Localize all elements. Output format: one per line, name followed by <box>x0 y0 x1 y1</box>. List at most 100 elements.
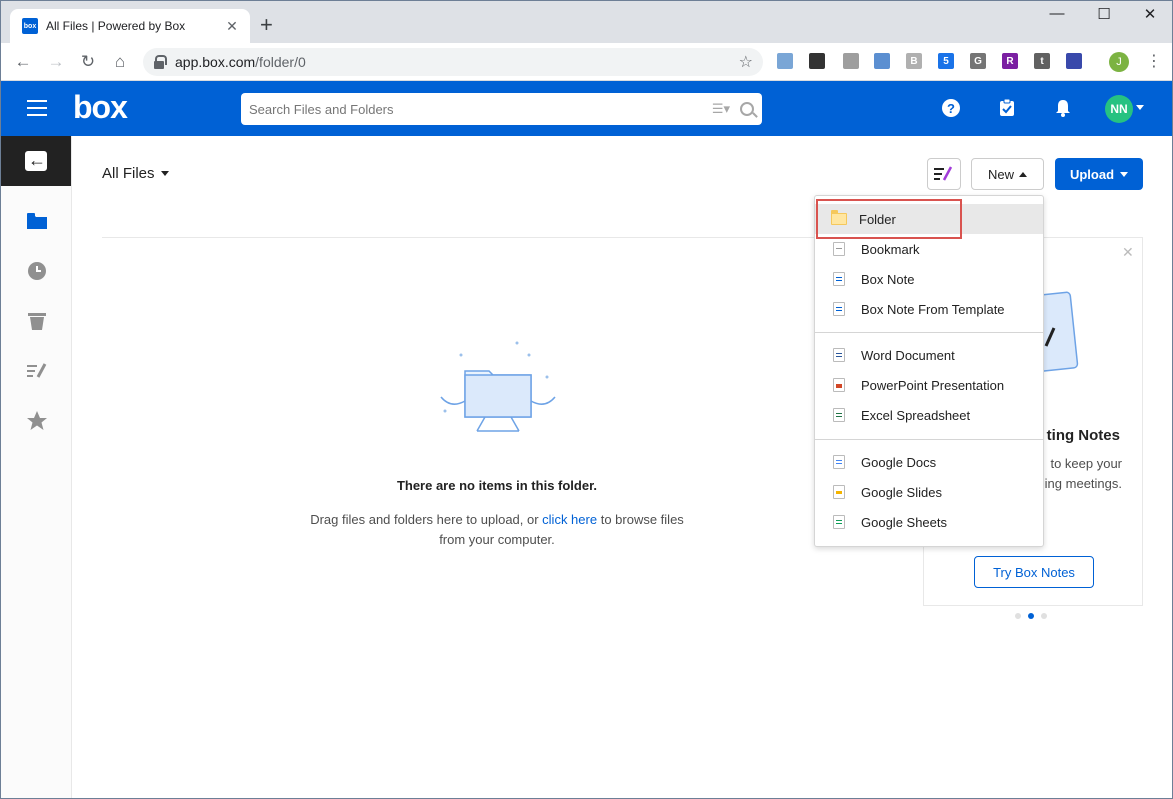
caret-up-icon <box>1019 171 1027 177</box>
menu-item-box-note-template[interactable]: Box Note From Template <box>815 294 1043 324</box>
back-arrow-icon[interactable]: ← <box>11 50 35 74</box>
browser-tab[interactable]: box All Files | Powered by Box ✕ <box>10 9 250 43</box>
maximize-icon[interactable]: ☐ <box>1089 5 1119 23</box>
menu-item-label: Google Docs <box>861 454 937 470</box>
google-slides-icon <box>833 485 845 499</box>
left-sidebar <box>1 136 72 798</box>
new-button[interactable]: New <box>971 158 1044 190</box>
menu-item-label: Google Sheets <box>861 514 948 530</box>
sidebar-item-notes[interactable] <box>26 360 48 382</box>
close-window-icon[interactable]: ✕ <box>1135 5 1165 23</box>
menu-item-folder[interactable]: Folder <box>815 204 1043 234</box>
extension-t-icon[interactable]: t <box>1034 53 1050 69</box>
close-icon[interactable]: ✕ <box>1122 244 1134 261</box>
hamburger-menu-icon[interactable] <box>27 100 47 116</box>
menu-item-google-sheets[interactable]: Google Sheets <box>815 507 1043 537</box>
new-note-button[interactable] <box>927 158 961 190</box>
menu-item-label: Bookmark <box>861 241 920 257</box>
tab-close-icon[interactable]: ✕ <box>224 18 240 35</box>
empty-state-title: There are no items in this folder. <box>396 478 598 493</box>
notifications-button[interactable] <box>1053 98 1073 118</box>
menu-item-powerpoint[interactable]: PowerPoint Presentation <box>815 370 1043 400</box>
box-logo[interactable]: box <box>73 89 128 126</box>
new-button-label: New <box>987 166 1014 182</box>
bookmark-star-icon[interactable]: ☆ <box>739 52 753 72</box>
address-bar[interactable]: app.box.com/folder/0 ☆ <box>143 48 763 76</box>
extension-doc-icon[interactable] <box>777 53 793 69</box>
menu-item-google-slides[interactable]: Google Slides <box>815 477 1043 507</box>
menu-item-bookmark[interactable]: Bookmark <box>815 234 1043 264</box>
box-favicon-icon: box <box>22 18 38 34</box>
user-avatar[interactable]: NN <box>1105 95 1133 123</box>
extension-gray-icon[interactable] <box>843 53 859 69</box>
empty-folder-illustration <box>440 341 556 432</box>
breadcrumb-label: All Files <box>102 165 155 182</box>
lock-icon <box>153 55 167 69</box>
browser-menu-icon[interactable]: ⋮ <box>1146 51 1162 71</box>
google-sheets-icon <box>833 515 845 529</box>
clock-icon <box>28 262 46 280</box>
folder-icon <box>27 213 47 229</box>
extension-camera-icon[interactable] <box>874 53 890 69</box>
profile-avatar[interactable]: J <box>1109 52 1129 72</box>
sidebar-item-trash[interactable] <box>26 310 48 332</box>
search-filter-icon[interactable]: ☰▾ <box>712 101 730 117</box>
menu-item-label: Excel Spreadsheet <box>861 407 971 423</box>
trash-icon <box>28 313 46 330</box>
search-input[interactable] <box>249 101 712 117</box>
upload-button[interactable]: Upload <box>1055 158 1143 190</box>
extension-badge-icon[interactable]: 5 <box>938 53 954 69</box>
sidebar-item-favorites[interactable] <box>26 410 48 432</box>
click-here-link[interactable]: click here <box>542 512 597 527</box>
extension-r-icon[interactable]: R <box>1002 53 1018 69</box>
tasks-button[interactable] <box>997 98 1017 118</box>
try-box-notes-button[interactable]: Try Box Notes <box>974 556 1094 588</box>
new-tab-icon[interactable]: + <box>260 14 273 36</box>
star-icon <box>27 411 47 430</box>
clipboard-check-icon <box>1000 99 1014 116</box>
empty-state-body: Drag files and folders here to upload, o… <box>297 510 697 550</box>
extension-circle-icon[interactable] <box>809 53 825 69</box>
breadcrumb[interactable]: All Files <box>102 165 169 182</box>
empty-text-before: Drag files and folders here to upload, o… <box>310 512 543 527</box>
chevron-down-icon[interactable] <box>1136 105 1144 110</box>
extension-grid-icon[interactable] <box>1066 53 1082 69</box>
upload-button-label: Upload <box>1069 166 1115 182</box>
help-button[interactable]: ? <box>941 98 961 118</box>
carousel-dot-active[interactable] <box>1028 613 1034 619</box>
menu-item-label: Box Note <box>861 271 915 287</box>
menu-item-label: Google Slides <box>861 484 942 500</box>
search-icon[interactable] <box>740 102 754 116</box>
menu-item-box-note[interactable]: Box Note <box>815 264 1043 294</box>
url-host: app.box.com <box>175 54 256 70</box>
carousel-dot[interactable] <box>1041 613 1047 619</box>
collapse-sidebar-button[interactable] <box>1 136 71 186</box>
menu-item-google-docs[interactable]: Google Docs <box>815 447 1043 477</box>
menu-divider <box>815 332 1043 333</box>
folder-icon <box>831 210 847 225</box>
bookmark-icon <box>833 242 845 256</box>
carousel-dot[interactable] <box>1015 613 1021 619</box>
box-notes-icon <box>934 166 953 181</box>
menu-item-word[interactable]: Word Document <box>815 340 1043 370</box>
forward-arrow-icon[interactable]: → <box>44 50 68 74</box>
menu-item-excel[interactable]: Excel Spreadsheet <box>815 400 1043 430</box>
browser-window: box All Files | Powered by Box ✕ + — ☐ ✕… <box>0 0 1173 799</box>
minimize-icon[interactable]: — <box>1042 5 1072 22</box>
sidebar-item-recents[interactable] <box>26 260 48 282</box>
new-dropdown-menu: Folder Bookmark Box Note Box Note From T… <box>814 195 1044 547</box>
home-icon[interactable]: ⌂ <box>108 50 132 74</box>
word-icon <box>833 348 845 362</box>
url-path: /folder/0 <box>255 54 306 70</box>
arrow-left-icon <box>25 150 47 171</box>
menu-item-label: Folder <box>859 211 896 227</box>
reload-icon[interactable]: ↻ <box>76 50 100 74</box>
sidebar-item-all-files[interactable] <box>26 210 48 232</box>
box-note-template-icon <box>833 302 845 316</box>
box-note-icon <box>833 272 845 286</box>
extension-b-icon[interactable]: B <box>906 53 922 69</box>
extension-g-icon[interactable]: G <box>970 53 986 69</box>
google-docs-icon <box>833 455 845 469</box>
help-icon: ? <box>942 99 960 117</box>
menu-item-label: PowerPoint Presentation <box>861 377 1005 393</box>
